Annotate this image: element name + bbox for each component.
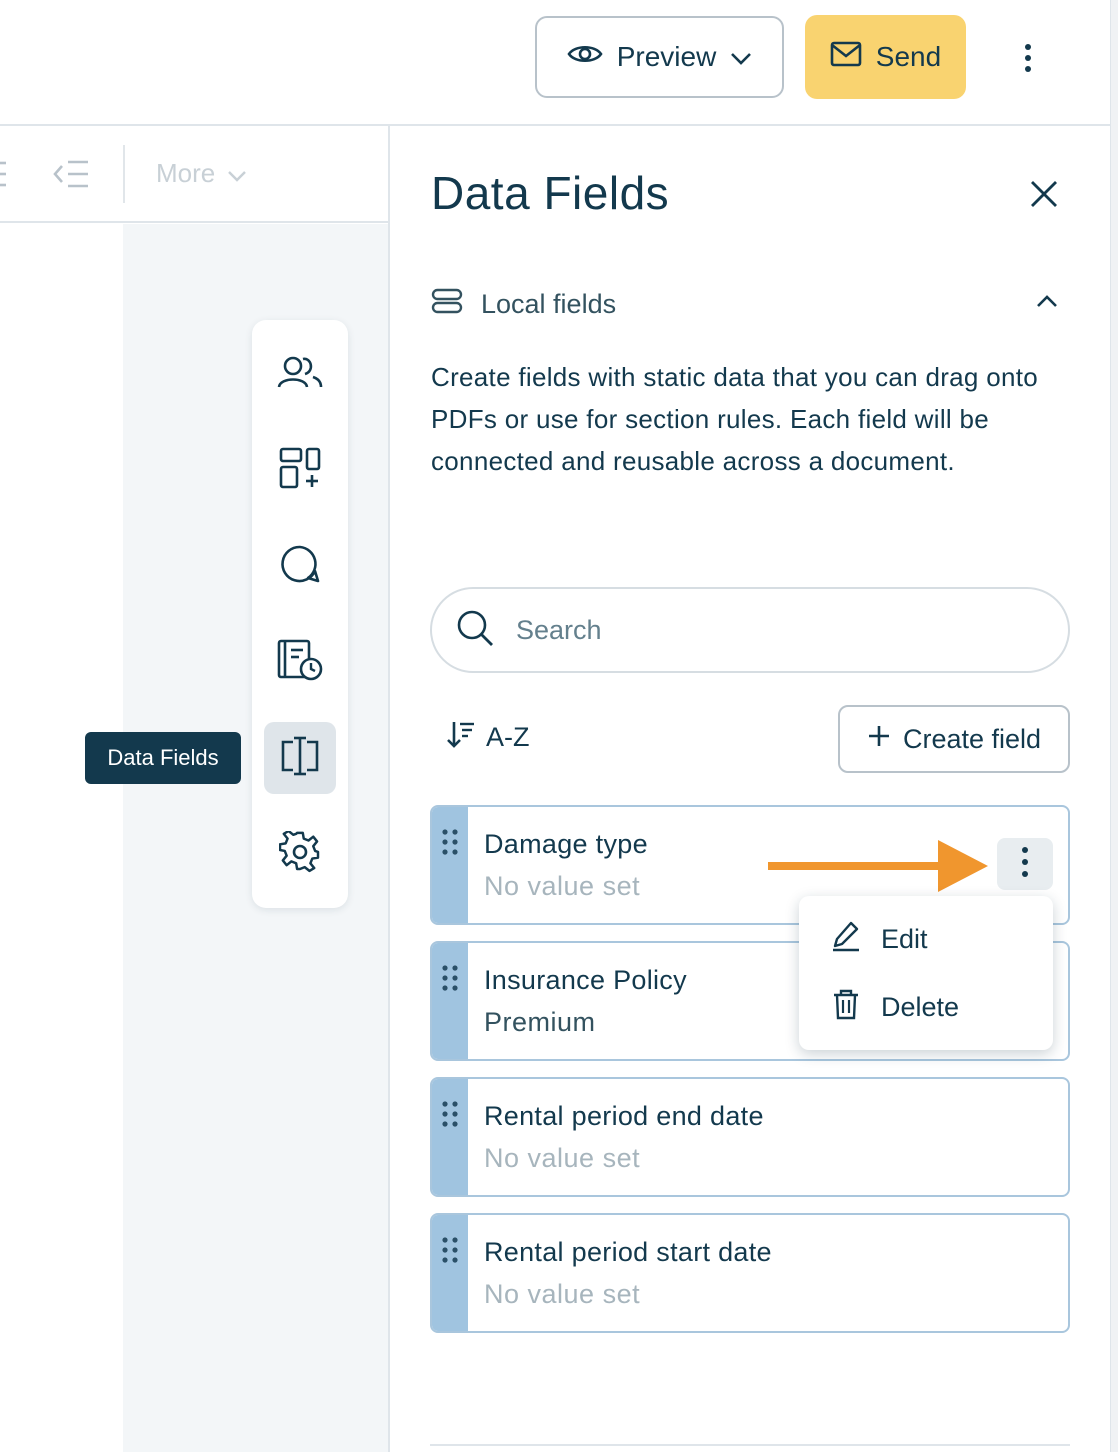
- drag-handle-icon[interactable]: [432, 807, 468, 923]
- preview-label: Preview: [616, 41, 717, 72]
- field-context-menu: Edit Delete: [799, 896, 1053, 1050]
- toolbar-divider: [123, 145, 125, 203]
- panel-title: Data Fields: [431, 167, 670, 219]
- field-value: Premium: [484, 1007, 596, 1037]
- chevron-up-icon[interactable]: [1036, 294, 1058, 313]
- rail-settings-button[interactable]: [264, 818, 336, 890]
- sort-icon: [446, 720, 476, 755]
- rail-widgets-button[interactable]: [264, 434, 336, 506]
- edit-label: Edit: [881, 924, 928, 954]
- chevron-down-icon: [227, 158, 247, 189]
- more-dropdown[interactable]: More: [156, 158, 247, 189]
- rail-comments-button[interactable]: [264, 530, 336, 602]
- side-icon-rail: [252, 320, 348, 908]
- drag-handle-icon[interactable]: [432, 943, 468, 1059]
- panel-footer-divider: [430, 1444, 1070, 1446]
- storage-icon: [431, 288, 463, 321]
- window-edge: [1110, 0, 1118, 1452]
- trash-icon: [831, 988, 861, 1027]
- send-label: Send: [875, 41, 942, 72]
- field-name: Rental period start date: [484, 1237, 772, 1267]
- outdent-icon[interactable]: [52, 158, 90, 195]
- preview-button[interactable]: Preview: [535, 16, 784, 98]
- users-icon: [277, 355, 323, 394]
- document-page: [0, 224, 123, 1452]
- send-button[interactable]: Send: [805, 15, 966, 99]
- eye-icon: [567, 41, 603, 73]
- field-options-button[interactable]: [997, 838, 1053, 890]
- search-input[interactable]: [516, 614, 1036, 646]
- field-value: No value set: [484, 871, 641, 901]
- top-bar: Preview Send: [0, 0, 1118, 126]
- comment-icon: [280, 544, 320, 589]
- field-name: Rental period end date: [484, 1101, 764, 1131]
- menu-item-edit[interactable]: Edit: [831, 920, 928, 959]
- section-description: Create fields with static data that you …: [431, 362, 1039, 476]
- panel-divider: [388, 126, 390, 1452]
- chevron-down-icon: [730, 41, 752, 73]
- drag-handle-icon[interactable]: [432, 1215, 468, 1331]
- field-value: No value set: [484, 1143, 641, 1173]
- rail-history-button[interactable]: [264, 626, 336, 698]
- settings-gear-icon: [278, 829, 321, 878]
- field-card[interactable]: Rental period start date No value set: [430, 1213, 1070, 1333]
- plus-icon: [867, 724, 891, 755]
- rail-data-fields-button[interactable]: [264, 722, 336, 794]
- data-fields-tooltip: Data Fields: [85, 732, 241, 784]
- field-value: No value set: [484, 1279, 641, 1309]
- close-icon[interactable]: [1022, 172, 1066, 216]
- field-name: Damage type: [484, 829, 648, 859]
- data-fields-icon: [279, 736, 321, 781]
- create-field-label: Create field: [902, 723, 1042, 754]
- add-widget-icon: [279, 447, 321, 494]
- section-label: Local fields: [481, 289, 617, 319]
- search-field[interactable]: [430, 587, 1070, 673]
- more-options-icon[interactable]: [1006, 36, 1050, 80]
- pencil-icon: [831, 920, 861, 959]
- mail-icon: [830, 41, 862, 74]
- search-icon: [456, 609, 494, 652]
- create-field-button[interactable]: Create field: [838, 705, 1070, 773]
- menu-item-delete[interactable]: Delete: [831, 988, 959, 1027]
- field-name: Insurance Policy: [484, 965, 687, 995]
- annotation-arrow: [768, 840, 990, 897]
- history-icon: [277, 639, 323, 686]
- drag-handle-icon[interactable]: [432, 1079, 468, 1195]
- rail-recipients-button[interactable]: [264, 338, 336, 410]
- local-fields-section-header[interactable]: Local fields: [431, 288, 616, 321]
- more-vertical-icon: [1021, 846, 1029, 883]
- field-card[interactable]: Rental period end date No value set: [430, 1077, 1070, 1197]
- delete-label: Delete: [881, 992, 960, 1022]
- list-align-icon[interactable]: [0, 160, 10, 193]
- sort-label: A-Z: [486, 722, 530, 752]
- sort-button[interactable]: A-Z: [446, 720, 530, 755]
- more-label: More: [156, 158, 216, 188]
